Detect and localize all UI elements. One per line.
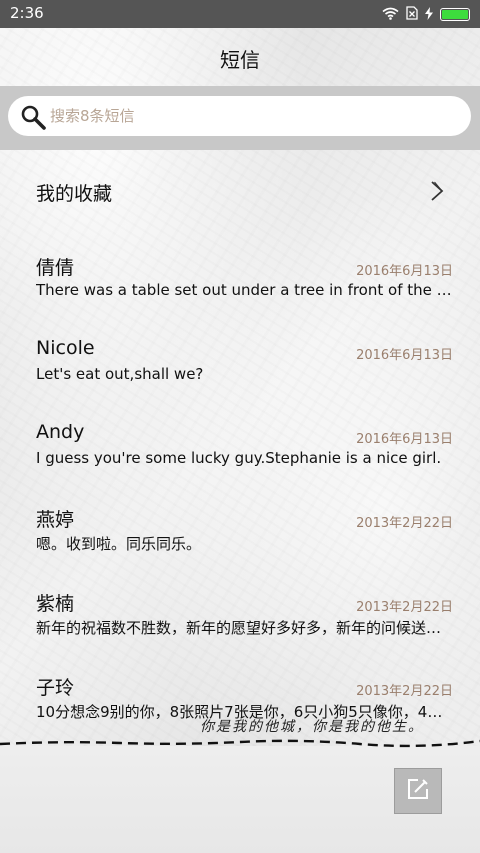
search-bar [0, 86, 480, 150]
contact-name: 倩倩 [36, 257, 75, 279]
status-bar: 2:36 [0, 0, 480, 28]
status-time: 2:36 [10, 4, 44, 22]
sim-disabled-icon [406, 5, 418, 24]
message-date: 2013年2月22日 [356, 600, 453, 615]
contact-name: 燕婷 [36, 509, 75, 531]
charging-icon [425, 5, 433, 24]
status-icons [382, 5, 470, 24]
page-title: 短信 [220, 48, 260, 72]
battery-icon [440, 8, 470, 21]
search-icon [20, 104, 46, 134]
contact-name: 紫楠 [36, 593, 75, 615]
message-date: 2016年6月13日 [356, 348, 453, 363]
conversation-item[interactable]: 倩倩 2016年6月13日 There was a table set out … [0, 253, 480, 333]
message-date: 2013年2月22日 [356, 516, 453, 531]
compose-icon [406, 777, 430, 805]
wifi-icon [382, 5, 399, 24]
conversation-item[interactable]: Nicole 2016年6月13日 Let's eat out,shall we… [0, 337, 480, 417]
message-date: 2016年6月13日 [356, 264, 453, 279]
message-date: 2013年2月22日 [356, 684, 453, 699]
signature-text: 你是我的他城，你是我的他生。 [200, 719, 424, 735]
message-date: 2016年6月13日 [356, 432, 453, 447]
compose-button[interactable] [394, 768, 442, 814]
contact-name: Nicole [36, 337, 95, 359]
conversation-item[interactable]: 燕婷 2013年2月22日 嗯。收到啦。同乐同乐。 [0, 505, 480, 585]
contact-name: Andy [36, 421, 85, 443]
chevron-right-icon [430, 180, 444, 206]
message-preview: 嗯。收到啦。同乐同乐。 [36, 535, 202, 553]
favorites-row[interactable]: 我的收藏 [0, 172, 480, 212]
search-box[interactable] [8, 96, 471, 136]
message-preview: 新年的祝福数不胜数，新年的愿望好多好多，新年的问候送给你 [36, 619, 454, 637]
message-preview: Let's eat out,shall we? [36, 365, 204, 383]
battery-level [442, 10, 468, 19]
contact-name: 子玲 [36, 677, 75, 699]
search-input[interactable] [48, 102, 452, 130]
message-preview: I guess you're some lucky guy.Stephanie … [36, 449, 442, 467]
favorites-label: 我的收藏 [36, 183, 113, 205]
conversation-item[interactable]: Andy 2016年6月13日 I guess you're some luck… [0, 421, 480, 501]
dashed-tear-line [0, 739, 480, 748]
message-preview: There was a table set out under a tree i… [36, 281, 454, 299]
conversation-item[interactable]: 紫楠 2013年2月22日 新年的祝福数不胜数，新年的愿望好多好多，新年的问候送… [0, 589, 480, 669]
